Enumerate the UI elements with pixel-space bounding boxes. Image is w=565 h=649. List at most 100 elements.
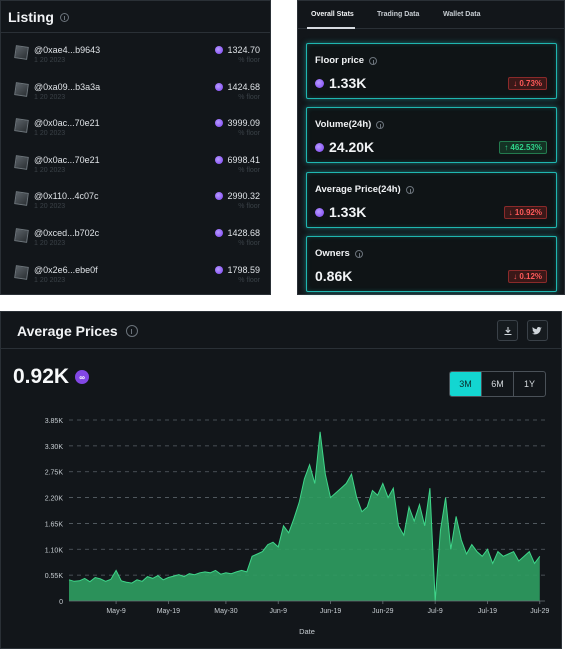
y-tick-label: 2.75K — [45, 470, 64, 477]
info-icon[interactable] — [376, 120, 385, 129]
listing-row[interactable]: @0x110...4c07c 1 20 2023 2990.32% floor — [1, 184, 272, 220]
token-icon — [215, 155, 224, 164]
nft-thumbnail — [14, 264, 29, 280]
active-tab-indicator — [307, 27, 355, 29]
listing-address[interactable]: @0xae4...b9643 — [34, 45, 100, 55]
y-tick-label: 0.55K — [45, 573, 64, 580]
listing-address[interactable]: @0xa09...b3a3a — [34, 82, 100, 92]
nft-thumbnail — [14, 81, 29, 97]
nft-thumbnail — [14, 45, 29, 60]
token-icon — [215, 82, 224, 91]
tab-trading-data[interactable]: Trading Data — [377, 11, 419, 18]
token-icon — [315, 78, 324, 88]
stats-panel: Overall Stats Trading Data Wallet Data F… — [297, 0, 565, 295]
nft-thumbnail — [14, 154, 29, 170]
listing-address[interactable]: @0x0ac...70e21 — [34, 155, 100, 165]
listing-time: 1 20 2023 — [34, 57, 66, 64]
stats-tabs: Overall Stats Trading Data Wallet Data — [298, 1, 564, 29]
average-prices-panel: Average Prices 0.92K ∞ 3M 6M 1Y 0 0.55K 1.… — [0, 311, 562, 649]
x-tick-label: May-9 — [106, 608, 126, 615]
x-tick-label: Jun-29 — [372, 608, 394, 615]
stat-card: Owners 0.86K ↓ 0.12% — [306, 236, 557, 292]
stat-value: 1.33K — [329, 75, 367, 91]
listing-price: 1424.68 — [215, 82, 260, 92]
info-icon[interactable] — [59, 12, 69, 22]
listing-price: 6998.41 — [215, 155, 260, 165]
listing-address[interactable]: @0x110...4c07c — [34, 191, 99, 201]
stat-value: 0.86K — [315, 268, 353, 284]
listing-floor-diff: % floor — [238, 130, 260, 138]
nft-thumbnail — [14, 228, 29, 243]
token-icon — [215, 46, 224, 54]
nft-thumbnail — [14, 191, 29, 207]
price-area — [69, 431, 540, 601]
stat-label-row: Floor price — [315, 55, 378, 66]
stat-value: 1.33K — [329, 204, 367, 220]
info-icon[interactable] — [405, 185, 414, 194]
listing-row[interactable]: @0x2e6...ebe0f 1 20 2023 1798.59% floor — [1, 258, 272, 294]
token-icon — [215, 192, 224, 201]
listing-row[interactable]: @0xced...b702c 1 20 2023 1428.68 % floor — [1, 221, 272, 257]
token-icon — [215, 229, 224, 237]
nft-thumbnail — [14, 118, 29, 134]
info-icon[interactable] — [369, 56, 378, 65]
listing-row[interactable]: @0xae4...b9643 1 20 2023 1324.70 % floor — [1, 38, 272, 74]
info-icon[interactable] — [354, 249, 363, 258]
stat-change-badge: ↓ 0.73% — [508, 77, 547, 90]
stat-label-row: Average Price(24h) — [315, 184, 414, 195]
listing-price-value: 2990.32 — [227, 191, 260, 202]
listing-floor-diff: % floor — [238, 166, 260, 174]
stat-label-row: Volume(24h) — [315, 119, 385, 130]
x-tick-label: May-19 — [157, 608, 180, 615]
stat-value-row: 1.33K — [315, 75, 366, 91]
listing-floor-diff: % floor — [238, 203, 260, 211]
stat-label-row: Owners — [315, 248, 363, 259]
listing-price: 1428.68 — [215, 228, 260, 238]
x-tick-label: Jun-9 — [269, 608, 287, 615]
tab-wallet-data[interactable]: Wallet Data — [443, 11, 480, 18]
listing-floor-diff: % floor — [238, 57, 260, 64]
listing-price-value: 1798.59 — [227, 264, 260, 275]
stat-change-badge: ↑ 462.53% — [499, 141, 547, 154]
token-icon — [315, 207, 324, 217]
listing-address[interactable]: @0x0ac...70e21 — [34, 118, 100, 128]
x-tick-label: Jul-9 — [428, 608, 443, 615]
listing-time: 1 20 2023 — [34, 130, 66, 138]
listing-row[interactable]: @0x0ac...70e21 1 20 2023 6998.41% floor — [1, 148, 272, 184]
y-tick-label: 3.30K — [45, 444, 64, 451]
stat-label: Volume(24h) — [315, 119, 372, 130]
listing-floor-diff: % floor — [238, 276, 260, 284]
listing-row[interactable]: @0x0ac...70e21 1 20 2023 3999.09% floor — [1, 111, 272, 147]
x-tick-label: Jul-29 — [530, 608, 549, 615]
token-icon — [315, 142, 324, 152]
y-tick-label: 1.10K — [45, 547, 64, 554]
listing-time: 1 20 2023 — [34, 203, 66, 211]
stat-label: Average Price(24h) — [315, 184, 401, 195]
stat-card: Average Price(24h) 1.33K ↓ 10.92% — [306, 172, 557, 228]
listing-time: 1 20 2023 — [34, 166, 66, 174]
listing-row[interactable]: @0xa09...b3a3a 1 20 2023 1424.68% floor — [1, 75, 272, 111]
listing-price: 1324.70 — [215, 45, 260, 55]
listing-address[interactable]: @0x2e6...ebe0f — [34, 265, 98, 275]
tab-overall-stats[interactable]: Overall Stats — [311, 11, 354, 18]
listing-price-value: 3999.09 — [227, 118, 260, 129]
y-tick-label: 1.65K — [45, 521, 64, 528]
listing-address[interactable]: @0xced...b702c — [34, 228, 99, 238]
stat-value-row: 24.20K — [315, 139, 374, 155]
average-prices-chart: 0 0.55K 1.10K 1.65K 2.20K 2.75K 3.30K 3.85K May-… — [45, 418, 550, 636]
listing-price-value: 1424.68 — [227, 81, 260, 92]
stat-card: Floor price 1.33K ↓ 0.73% — [306, 43, 557, 99]
divider — [1, 32, 270, 33]
y-tick-label: 2.20K — [45, 496, 64, 503]
listing-time: 1 20 2023 — [34, 276, 66, 284]
stat-label: Floor price — [315, 55, 365, 66]
token-icon — [215, 265, 224, 274]
stat-change-badge: ↓ 10.92% — [503, 206, 547, 219]
stat-change-badge: ↓ 0.12% — [508, 270, 547, 283]
listing-price: 1798.59 — [215, 265, 260, 275]
x-tick-label: Jul-19 — [478, 608, 497, 615]
listing-header: Listing — [8, 9, 69, 25]
x-tick-label: May-30 — [214, 608, 237, 615]
x-axis-label: Date — [299, 627, 315, 636]
listing-floor-diff: % floor — [238, 93, 260, 101]
